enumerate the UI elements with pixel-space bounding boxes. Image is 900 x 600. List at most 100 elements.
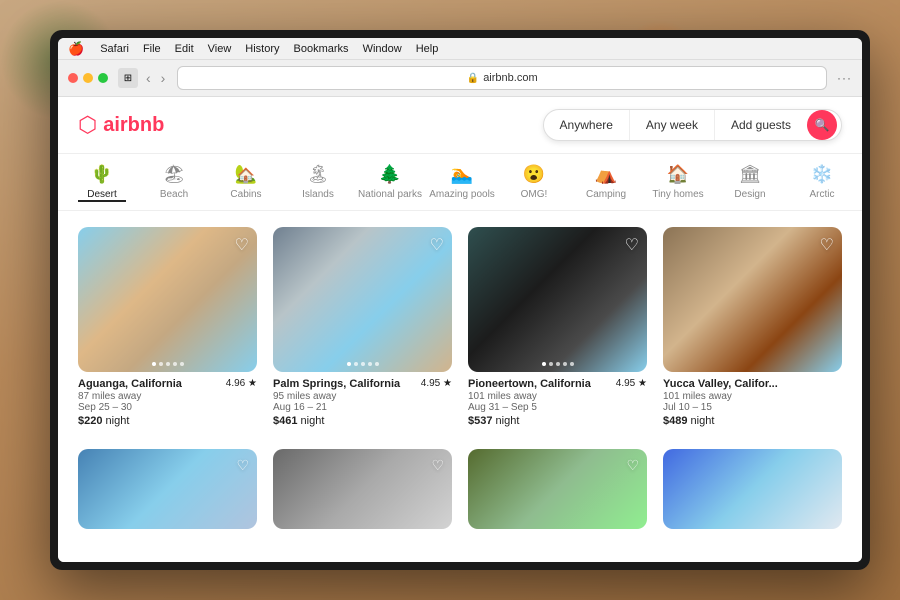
beach-icon: 🏖 <box>163 164 186 185</box>
menubar-edit[interactable]: Edit <box>175 43 194 55</box>
screen: 🍎 Safari File Edit View History Bookmark… <box>58 38 862 562</box>
traffic-lights <box>68 73 108 83</box>
category-cabins-label: Cabins <box>230 189 261 200</box>
omg-icon: 😮 <box>523 164 545 185</box>
address-bar[interactable]: 🔒 airbnb.com <box>177 66 827 90</box>
tiny-homes-icon: 🏠 <box>667 164 689 185</box>
add-guests-button[interactable]: Add guests <box>715 110 807 140</box>
url-text: airbnb.com <box>483 72 537 84</box>
search-submit-button[interactable]: 🔍 <box>807 110 837 140</box>
listing-rating: 4.95 ★ <box>616 378 647 389</box>
back-button[interactable]: ‹ <box>144 70 153 86</box>
listing-price: $489 night <box>663 415 842 427</box>
arctic-icon: ❄️ <box>811 164 833 185</box>
listing-price: $537 night <box>468 415 647 427</box>
browser-controls: ⊞ ‹ › <box>118 68 167 88</box>
listing-dates: Aug 31 – Sep 5 <box>468 402 647 413</box>
category-desert-label: Desert <box>87 189 116 200</box>
category-arctic-label: Arctic <box>810 189 835 200</box>
listing-distance: 101 miles away <box>468 391 647 402</box>
category-cabins[interactable]: 🏡 Cabins <box>222 164 270 200</box>
cabins-icon: 🏡 <box>235 164 257 185</box>
anywhere-button[interactable]: Anywhere <box>544 110 630 140</box>
menubar-file[interactable]: File <box>143 43 161 55</box>
listing-info-yucca: Yucca Valley, Califor... 101 miles away … <box>663 372 842 433</box>
listing-title-row: Pioneertown, California 4.95 ★ <box>468 378 647 390</box>
category-beach-label: Beach <box>160 189 188 200</box>
listing-image-aguanga: ♡ <box>78 227 257 372</box>
listing-card-palmsprings[interactable]: ♡ Palm Springs, California 4.95 ★ 95 mil… <box>273 227 452 433</box>
category-national-parks-label: National parks <box>358 189 422 200</box>
listing-title-row: Aguanga, California 4.96 ★ <box>78 378 257 390</box>
listing-image-yucca: ♡ <box>663 227 842 372</box>
category-design[interactable]: 🏛 Design <box>726 164 774 200</box>
listing-location: Aguanga, California <box>78 378 182 390</box>
macbook-frame: 🍎 Safari File Edit View History Bookmark… <box>50 30 870 570</box>
listing-card-bottom-1[interactable]: ♡ <box>78 449 257 529</box>
category-desert[interactable]: 🌵 Desert <box>78 164 126 202</box>
listing-card-pioneertown[interactable]: ♡ Pioneertown, California 4.95 ★ 101 mil… <box>468 227 647 433</box>
category-arctic[interactable]: ❄️ Arctic <box>798 164 846 200</box>
favorite-yucca-button[interactable]: ♡ <box>820 235 834 255</box>
image-dots <box>542 362 574 366</box>
lock-icon: 🔒 <box>467 73 479 84</box>
listing-title-row: Yucca Valley, Califor... <box>663 378 842 390</box>
category-beach[interactable]: 🏖 Beach <box>150 164 198 200</box>
camping-icon: ⛺ <box>595 164 617 185</box>
favorite-aguanga-button[interactable]: ♡ <box>235 235 249 255</box>
image-dots <box>152 362 184 366</box>
forward-button[interactable]: › <box>159 70 168 86</box>
category-nav: 🌵 Desert 🏖 Beach 🏡 Cabins 🏝 Islands 🌲 <box>58 154 862 211</box>
airbnb-content: ⬡ airbnb Anywhere Any week Add guests 🔍 … <box>58 97 862 562</box>
menubar-history[interactable]: History <box>245 43 279 55</box>
listing-dates: Sep 25 – 30 <box>78 402 257 413</box>
listing-location: Pioneertown, California <box>468 378 591 390</box>
close-button[interactable] <box>68 73 78 83</box>
tab-switcher[interactable]: ⊞ <box>118 68 138 88</box>
category-omg[interactable]: 😮 OMG! <box>510 164 558 200</box>
browser-extra: ··· <box>837 71 852 85</box>
favorite-bottom1-button[interactable]: ♡ <box>236 457 249 474</box>
listings-area: ♡ Aguanga, California 4.96 ★ 87 miles aw… <box>58 211 862 562</box>
listing-card-bottom-4[interactable] <box>663 449 842 529</box>
category-islands-label: Islands <box>302 189 334 200</box>
listing-card-bottom-3[interactable]: ♡ <box>468 449 647 529</box>
category-camping[interactable]: ⛺ Camping <box>582 164 630 200</box>
more-options-button[interactable]: ··· <box>837 71 852 85</box>
maximize-button[interactable] <box>98 73 108 83</box>
desert-icon: 🌵 <box>91 164 113 185</box>
listing-dates: Jul 10 – 15 <box>663 402 842 413</box>
category-islands[interactable]: 🏝 Islands <box>294 164 342 200</box>
category-national-parks[interactable]: 🌲 National parks <box>366 164 414 200</box>
listing-card-bottom-2[interactable]: ♡ <box>273 449 452 529</box>
menubar-safari[interactable]: Safari <box>100 43 129 55</box>
listing-distance: 95 miles away <box>273 391 452 402</box>
favorite-palmsprings-button[interactable]: ♡ <box>430 235 444 255</box>
listing-card-aguanga[interactable]: ♡ Aguanga, California 4.96 ★ 87 miles aw… <box>78 227 257 433</box>
category-amazing-pools[interactable]: 🏊 Amazing pools <box>438 164 486 200</box>
design-icon: 🏛 <box>739 164 762 185</box>
listing-dates: Aug 16 – 21 <box>273 402 452 413</box>
listing-card-yucca[interactable]: ♡ Yucca Valley, Califor... 101 miles awa… <box>663 227 842 433</box>
listing-image-pioneertown: ♡ <box>468 227 647 372</box>
menubar-window[interactable]: Window <box>363 43 402 55</box>
category-tiny-homes[interactable]: 🏠 Tiny homes <box>654 164 702 200</box>
menubar-items: Safari File Edit View History Bookmarks … <box>100 43 438 55</box>
airbnb-header: ⬡ airbnb Anywhere Any week Add guests 🔍 <box>58 97 862 154</box>
favorite-bottom2-button[interactable]: ♡ <box>431 457 444 474</box>
favorite-bottom3-button[interactable]: ♡ <box>626 457 639 474</box>
category-omg-label: OMG! <box>521 189 548 200</box>
any-week-button[interactable]: Any week <box>630 110 715 140</box>
menubar-help[interactable]: Help <box>416 43 439 55</box>
apple-menu[interactable]: 🍎 <box>68 41 84 57</box>
airbnb-logo[interactable]: ⬡ airbnb <box>78 112 164 138</box>
listing-distance: 101 miles away <box>663 391 842 402</box>
listings-grid: ♡ Aguanga, California 4.96 ★ 87 miles aw… <box>78 227 842 433</box>
category-amazing-pools-label: Amazing pools <box>429 189 495 200</box>
second-row: ♡ ♡ ♡ <box>78 449 842 529</box>
favorite-pioneertown-button[interactable]: ♡ <box>625 235 639 255</box>
minimize-button[interactable] <box>83 73 93 83</box>
listing-image-palmsprings: ♡ <box>273 227 452 372</box>
menubar-bookmarks[interactable]: Bookmarks <box>294 43 349 55</box>
menubar-view[interactable]: View <box>208 43 232 55</box>
